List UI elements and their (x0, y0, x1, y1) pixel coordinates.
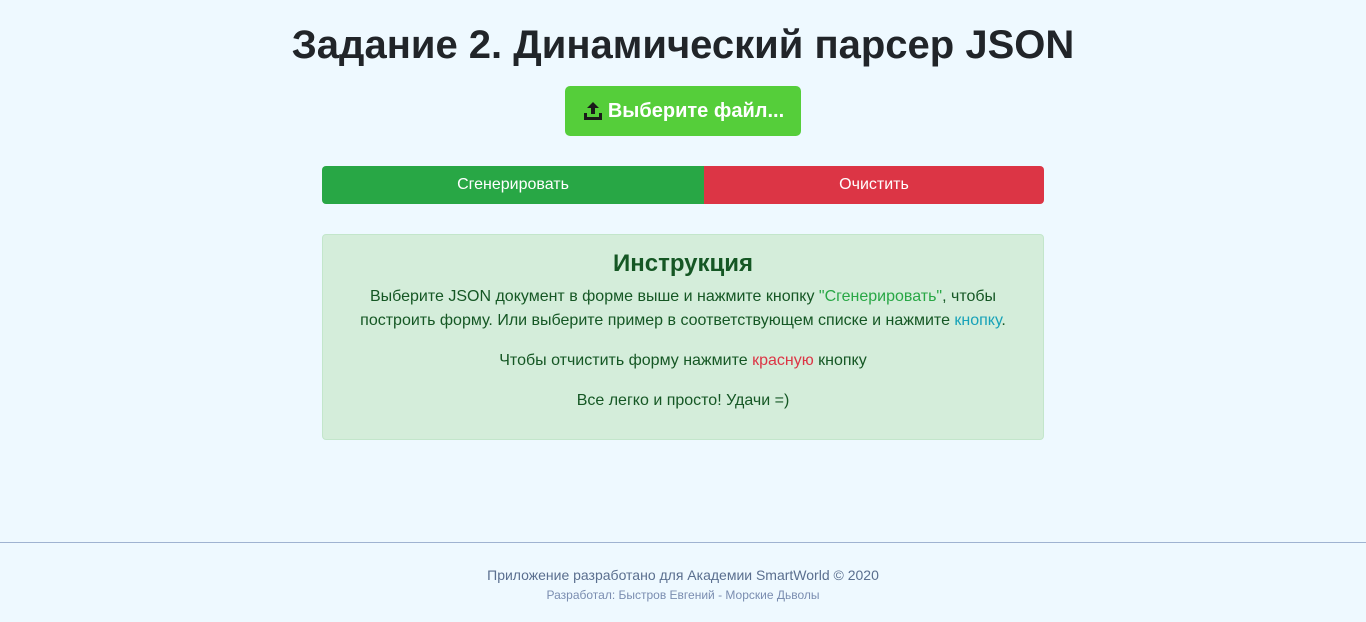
instruction-panel: Инструкция Выберите JSON документ в форм… (322, 234, 1044, 440)
instruction-text: кнопку (813, 352, 867, 369)
generate-button[interactable]: Сгенерировать (322, 166, 704, 204)
instruction-heading: Инструкция (612, 250, 754, 277)
action-buttons: Сгенерировать Очистить (322, 166, 1044, 204)
instruction-paragraph-2: Чтобы отчистить форму нажмите красную кн… (323, 349, 1043, 373)
footer-credits: Приложение разработано для Академии Smar… (487, 567, 879, 583)
instruction-paragraph-1: Выберите JSON документ в форме выше и на… (343, 285, 1023, 333)
button-link[interactable]: кнопку (954, 312, 1001, 329)
red-highlight: красную (752, 352, 814, 369)
choose-file-label: Выберите файл... (607, 99, 785, 122)
upload-icon (582, 100, 604, 122)
instruction-text: . (1001, 312, 1006, 329)
instruction-paragraph-3: Все легко и просто! Удачи =) (576, 392, 790, 409)
footer-author: Разработал: Быстров Евгений - Морские Дь… (546, 588, 820, 602)
instruction-text: Выберите JSON документ в форме выше и на… (369, 288, 819, 305)
instruction-text: Чтобы отчистить форму нажмите (499, 352, 753, 369)
generate-highlight: "Сгенерировать" (818, 288, 943, 305)
clear-button[interactable]: Очистить (704, 166, 1044, 204)
footer-divider (0, 542, 1366, 543)
choose-file-button[interactable]: Выберите файл... (565, 86, 801, 136)
page-title: Задание 2. Динамический парсер JSON (291, 23, 1075, 67)
